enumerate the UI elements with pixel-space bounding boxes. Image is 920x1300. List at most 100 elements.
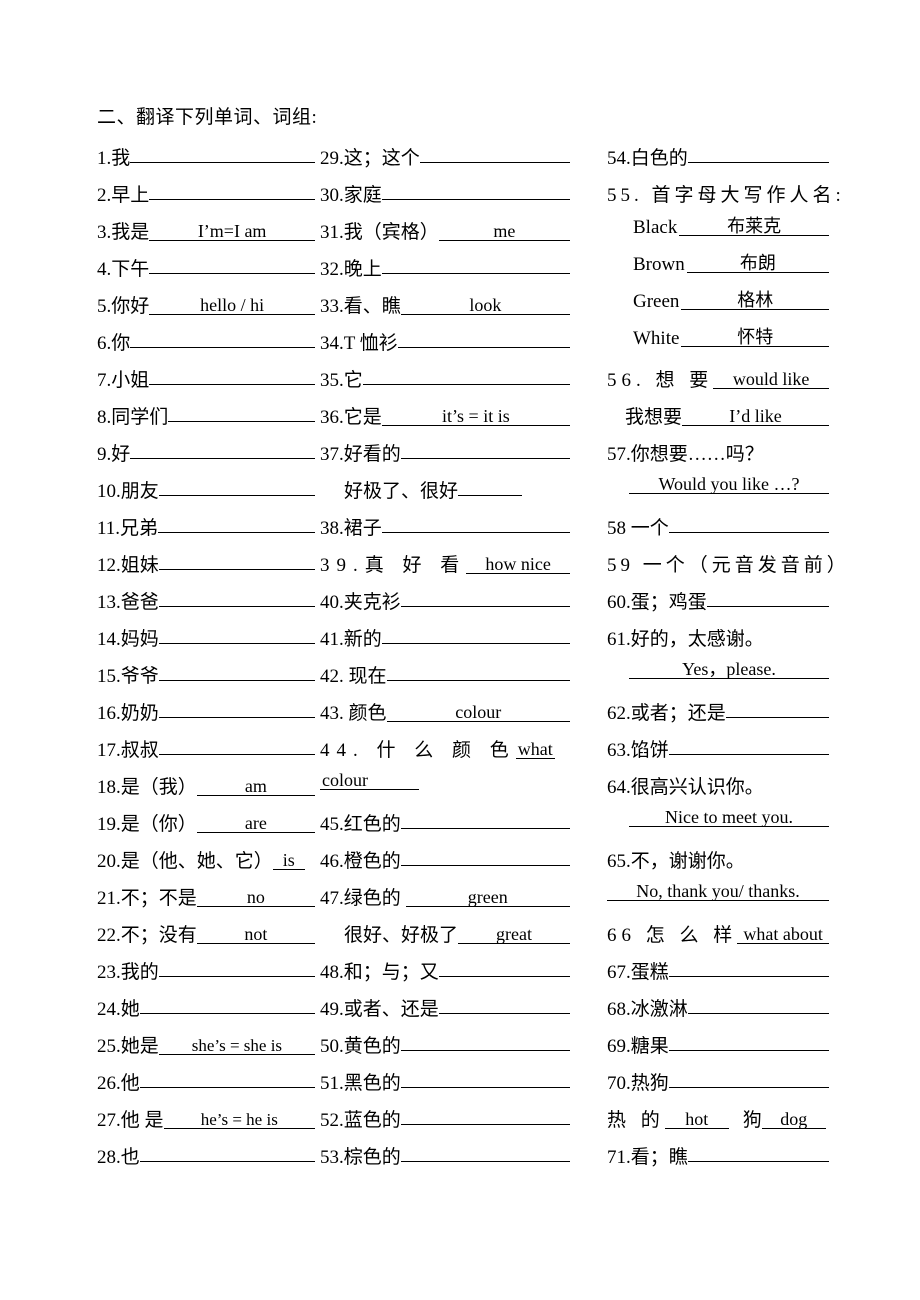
answer-blank[interactable]: what about: [737, 925, 829, 944]
entry-number: 9.: [97, 444, 112, 465]
answer-blank-continued[interactable]: colour: [320, 771, 419, 790]
answer-blank[interactable]: [139, 1161, 315, 1162]
entry-label: 馅饼: [630, 740, 669, 761]
entry-49: 49.或者、还是: [320, 994, 570, 1031]
answer-blank[interactable]: how nice: [466, 555, 570, 574]
answer-blank[interactable]: [158, 569, 315, 570]
answer-blank[interactable]: is: [272, 851, 305, 870]
answer-blank[interactable]: [687, 1161, 829, 1162]
answer-blank[interactable]: [362, 384, 570, 385]
answer-blank[interactable]: [158, 717, 315, 718]
answer-blank[interactable]: hello / hi: [149, 296, 315, 315]
answer-blank[interactable]: [400, 458, 570, 459]
answer-blank[interactable]: [438, 976, 570, 977]
answer-blank-hot[interactable]: hot: [664, 1110, 729, 1129]
answer-blank[interactable]: [668, 1050, 829, 1051]
entry-6: 6.你: [97, 328, 315, 365]
answer-blank[interactable]: Would you like …?: [629, 475, 829, 494]
entry-10: 10.朋友: [97, 476, 315, 513]
entry-60: 60.蛋；鸡蛋: [607, 587, 829, 624]
answer-blank[interactable]: [668, 532, 829, 533]
answer-blank[interactable]: green: [405, 888, 570, 907]
entry-label: 它是: [343, 407, 382, 428]
answer-blank[interactable]: [381, 643, 570, 644]
answer-blank[interactable]: [687, 1013, 829, 1014]
answer-blank[interactable]: [139, 1013, 315, 1014]
answer-blank[interactable]: colour: [386, 703, 570, 722]
entry-label: 想 要: [655, 370, 714, 391]
entry-number: 15.: [97, 666, 121, 687]
entry-label: 同学们: [111, 407, 169, 428]
answer-blank[interactable]: [381, 199, 570, 200]
answer-blank[interactable]: [381, 532, 570, 533]
answer-blank[interactable]: 格林: [681, 291, 829, 310]
answer-blank[interactable]: [706, 606, 829, 607]
answer-blank[interactable]: [400, 828, 570, 829]
answer-blank[interactable]: [158, 680, 315, 681]
answer-blank[interactable]: [400, 1124, 570, 1125]
answer-blank[interactable]: [400, 865, 570, 866]
answer-blank[interactable]: [381, 273, 570, 274]
answer-blank[interactable]: [149, 273, 315, 274]
answer-blank[interactable]: [400, 1161, 570, 1162]
answer-blank[interactable]: [400, 1087, 570, 1088]
answer-blank[interactable]: would like: [713, 370, 829, 389]
answer-blank[interactable]: [168, 421, 315, 422]
answer-blank[interactable]: are: [196, 814, 315, 833]
answer-blank[interactable]: she’s = she is: [158, 1037, 315, 1055]
answer-blank[interactable]: [158, 976, 315, 977]
answer-blank[interactable]: he’s = he is: [163, 1111, 315, 1129]
answer-blank[interactable]: no: [196, 888, 315, 907]
answer-blank[interactable]: [725, 717, 829, 718]
entry-label: 他: [120, 1073, 140, 1094]
answer-blank[interactable]: [687, 162, 829, 163]
answer-blank[interactable]: [419, 162, 570, 163]
answer-blank[interactable]: great: [458, 925, 570, 944]
answer-blank[interactable]: 布朗: [686, 254, 829, 273]
answer-blank[interactable]: [158, 495, 315, 496]
answer-blank[interactable]: I’d like: [682, 407, 829, 426]
answer-blank[interactable]: [158, 754, 315, 755]
answer-blank[interactable]: look: [400, 296, 570, 315]
answer-blank[interactable]: it’s = it is: [381, 407, 570, 426]
answer-blank[interactable]: [158, 532, 315, 533]
entry-55-name-white: White 怀特: [607, 328, 829, 365]
answer-blank-dog[interactable]: dog: [761, 1110, 826, 1129]
answer-blank[interactable]: not: [196, 925, 315, 944]
answer-blank[interactable]: [149, 199, 315, 200]
answer-blank[interactable]: [149, 384, 315, 385]
answer-blank[interactable]: No, thank you/ thanks.: [607, 882, 829, 901]
entry-number: 59: [607, 555, 634, 576]
answer-blank[interactable]: Yes，please.: [629, 660, 829, 679]
answer-blank[interactable]: [458, 495, 523, 496]
answer-blank[interactable]: 布莱克: [679, 217, 829, 236]
answer-blank[interactable]: I’m=I am: [149, 222, 315, 241]
answer-blank[interactable]: [668, 1087, 829, 1088]
entry-label: 不；不是: [120, 888, 197, 909]
entry-label: 首字母大写作人名:: [651, 185, 845, 206]
answer-blank[interactable]: [438, 1013, 570, 1014]
worksheet-page: 二、翻译下列单词、词组: 1.我 2.早上 3.我是 I’m=I am 4.下午 …: [0, 0, 920, 1300]
entry-number: 67.: [607, 962, 631, 983]
answer-blank[interactable]: [158, 606, 315, 607]
answer-blank[interactable]: 怀特: [681, 328, 829, 347]
entry-label: 爷爷: [120, 666, 159, 687]
answer-blank[interactable]: [130, 458, 315, 459]
answer-blank[interactable]: [400, 606, 570, 607]
answer-blank[interactable]: [130, 162, 315, 163]
answer-blank[interactable]: [668, 976, 829, 977]
answer-blank[interactable]: me: [438, 222, 570, 241]
answer-blank[interactable]: am: [196, 777, 315, 796]
answer-blank[interactable]: what: [515, 740, 555, 759]
entry-48: 48.和；与；又: [320, 957, 570, 994]
answer-blank[interactable]: [386, 680, 570, 681]
answer-blank[interactable]: [139, 1087, 315, 1088]
entry-71: 71.看；瞧: [607, 1142, 829, 1179]
answer-blank[interactable]: [397, 347, 570, 348]
answer-blank[interactable]: [130, 347, 315, 348]
answer-blank[interactable]: [668, 754, 829, 755]
answer-blank[interactable]: [400, 1050, 570, 1051]
entry-55: 55. 首字母大写作人名:: [607, 180, 841, 217]
answer-blank[interactable]: Nice to meet you.: [629, 808, 829, 827]
answer-blank[interactable]: [158, 643, 315, 644]
